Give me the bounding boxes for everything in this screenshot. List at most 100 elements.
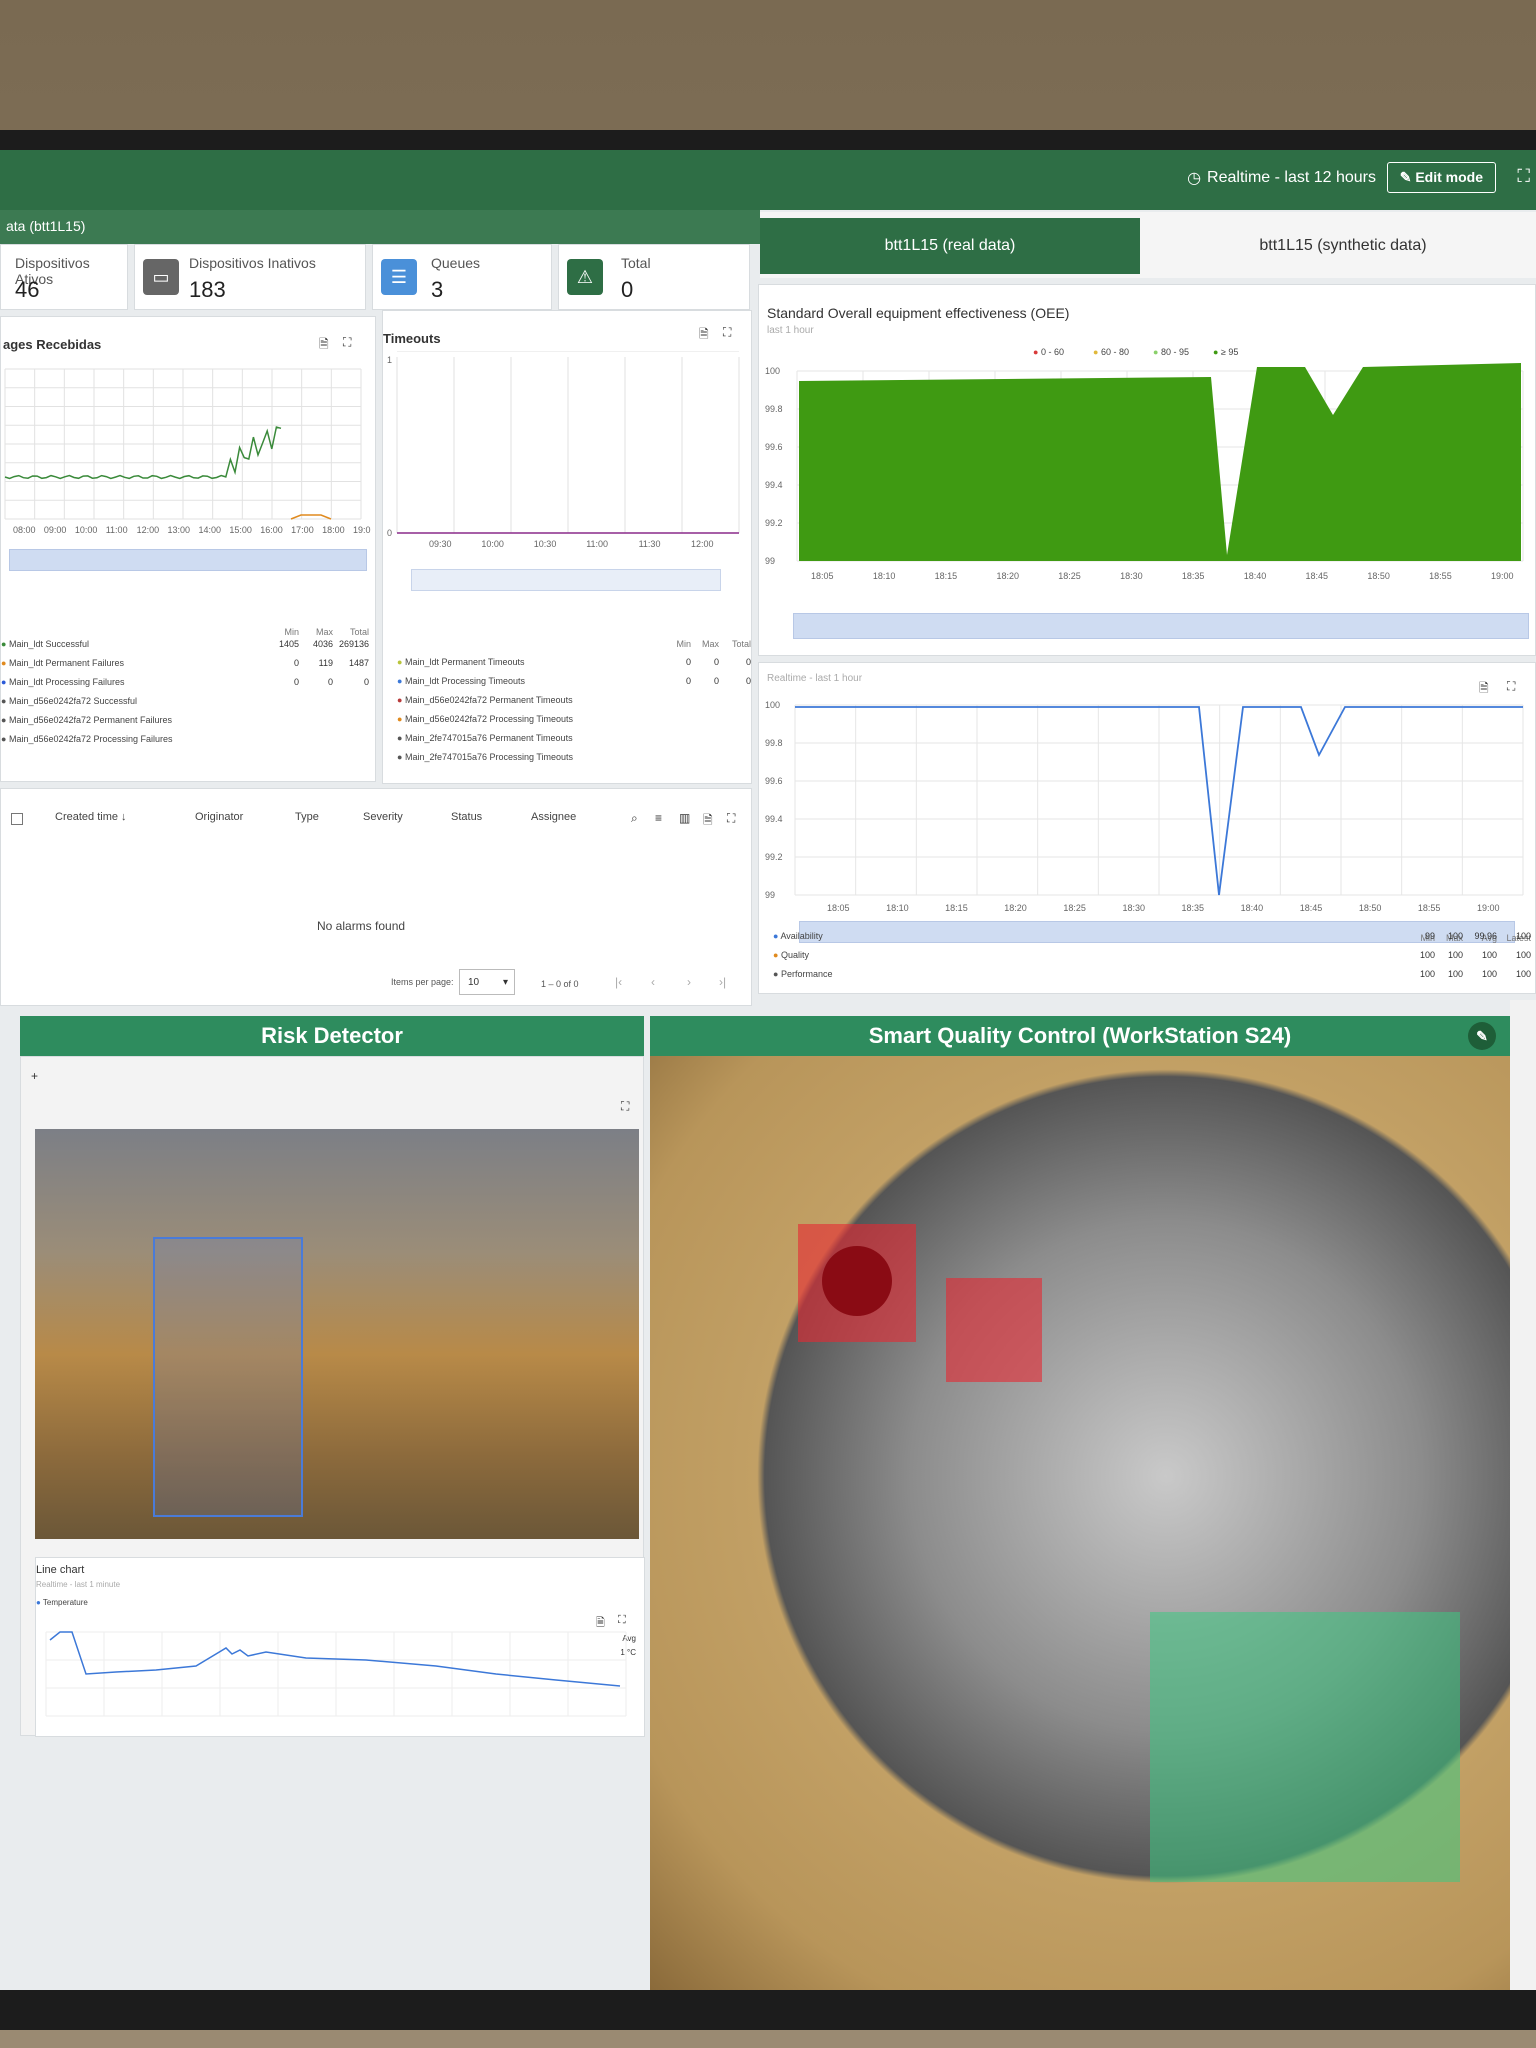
y-tick-label: 99.4 [765, 814, 783, 824]
devices-icon: ▭ [143, 259, 179, 295]
fullscreen-icon[interactable]: ⛶ [343, 335, 351, 350]
fullscreen-icon[interactable]: ⛶ [1517, 166, 1530, 187]
x-tick-label: 18:40 [1241, 903, 1264, 913]
select-all-checkbox[interactable] [11, 813, 23, 825]
last-page-icon[interactable]: ›| [719, 975, 726, 989]
legend-item[interactable]: ● Main_d56e0242fa72 Processing Timeouts [397, 714, 573, 724]
y-tick-label: 99 [765, 890, 775, 900]
y-tick-label: 99.8 [765, 738, 783, 748]
defect-marker [946, 1278, 1042, 1382]
x-tick-label: 19:00 [1491, 571, 1514, 581]
column-header[interactable]: Severity [363, 811, 403, 823]
oee-widget: Standard Overall equipment effectiveness… [758, 284, 1536, 656]
column-header[interactable]: Originator [195, 811, 243, 823]
kpi-label: Dispositivos Inativos [189, 255, 316, 271]
fullscreen-icon[interactable]: ⛶ [621, 1099, 629, 1114]
y-tick-label: 99.6 [765, 776, 783, 786]
x-tick-label: 14:00 [198, 525, 221, 535]
legend-item[interactable]: ● Main_ldt Processing Timeouts [397, 676, 525, 686]
range-slider[interactable] [793, 613, 1529, 639]
legend-item[interactable]: ● Availability [773, 931, 823, 941]
kpi-queues: ☰ Queues 3 [372, 244, 552, 310]
search-icon[interactable]: ⌕ [631, 811, 638, 826]
legend-item[interactable]: ● Main_2fe747015a76 Processing Timeouts [397, 752, 573, 762]
legend-item[interactable]: ● Main_d56e0242fa72 Permanent Failures [1, 715, 172, 725]
legend-stat-avg: 100 [1481, 950, 1497, 960]
items-per-page-select[interactable]: 10 ▾ [459, 969, 515, 995]
zoom-in-icon[interactable]: + [31, 1069, 38, 1083]
legend-item[interactable]: ● Main_ldt Permanent Timeouts [397, 657, 525, 667]
legend-item[interactable]: ● Main_ldt Permanent Failures [1, 658, 124, 668]
legend-stat-min: 0 [293, 677, 299, 687]
fullscreen-icon[interactable]: ⛶ [1507, 679, 1515, 694]
line-chart-widget: Line chart Realtime - last 1 minute ● Te… [35, 1557, 645, 1737]
ok-marker [1150, 1612, 1460, 1882]
quality-control-header: Smart Quality Control (WorkStation S24) … [650, 1016, 1510, 1056]
x-tick-label: 18:15 [945, 903, 968, 913]
top-bar: ◷ Realtime - last 12 hours ✎ Edit mode ⛶ [0, 150, 1536, 210]
kpi-inactive-devices: ▭ Dispositivos Inativos 183 [134, 244, 366, 310]
column-header[interactable]: Type [295, 811, 319, 823]
legend-stat-total: 0 [363, 677, 369, 687]
column-header[interactable]: Status [451, 811, 482, 823]
tab-real-data[interactable]: btt1L15 (real data) [760, 218, 1140, 274]
tab-synthetic-data[interactable]: btt1L15 (synthetic data) [1150, 218, 1536, 274]
oee-lines-widget: Realtime - last 1 hour 🗎 ⛶ 100 99.8 99.6 99… [758, 662, 1536, 994]
export-icon[interactable]: 🗎 [319, 335, 329, 356]
prev-page-icon[interactable]: ‹ [651, 975, 655, 989]
legend-stat-total: 0 [745, 676, 751, 686]
legend-stat-max: 100 [1447, 931, 1463, 941]
detection-box [153, 1237, 303, 1517]
export-icon[interactable]: 🗎 [703, 811, 713, 832]
range-slider[interactable] [9, 549, 367, 571]
x-tick-label: 18:35 [1182, 903, 1205, 913]
legend-item[interactable]: ● Main_ldt Successful [1, 639, 89, 649]
legend-item[interactable]: ● Main_d56e0242fa72 Processing Failures [1, 734, 173, 744]
columns-icon[interactable]: ▥ [679, 811, 690, 825]
items-per-page-value: 10 [468, 977, 480, 988]
empty-state-text: No alarms found [317, 919, 406, 933]
x-tick-label: 18:30 [1120, 571, 1143, 581]
x-tick-label: 19:0 [353, 525, 371, 535]
fullscreen-icon[interactable]: ⛶ [727, 811, 735, 826]
legend-item[interactable]: ● Main_2fe747015a76 Permanent Timeouts [397, 733, 573, 743]
export-icon[interactable]: 🗎 [699, 325, 709, 346]
x-tick-label: 18:20 [996, 571, 1019, 581]
defect-hole [822, 1246, 892, 1316]
legend-stat-max: 0 [327, 677, 333, 687]
caret-down-icon: ▾ [502, 977, 508, 988]
x-tick-label: 18:40 [1244, 571, 1267, 581]
legend-item[interactable]: ● Main_ldt Processing Failures [1, 677, 125, 687]
widget-title: Timeouts [383, 331, 441, 346]
y-tick-label: 99.4 [765, 480, 783, 490]
x-tick-label: 08:00 [13, 525, 36, 535]
y-tick-label: 99.6 [765, 442, 783, 452]
legend-stat-max: 0 [713, 676, 719, 686]
y-tick-label: 100 [765, 366, 780, 376]
range-slider[interactable] [411, 569, 721, 591]
x-tick-label: 17:00 [291, 525, 314, 535]
filter-icon[interactable]: ≡ [655, 811, 662, 825]
realtime-selector[interactable]: ◷ Realtime - last 12 hours [1187, 168, 1376, 188]
alarms-widget: Created time ↓ Originator Type Severity Stat… [0, 788, 752, 1006]
column-header[interactable]: Assignee [531, 811, 576, 823]
x-tick-label: 09:30 [429, 539, 452, 549]
legend-item: ● Temperature [36, 1598, 88, 1607]
edit-icon[interactable]: ✎ [1468, 1022, 1496, 1050]
x-tick-label: 18:35 [1182, 571, 1205, 581]
legend-item[interactable]: ● Performance [773, 969, 832, 979]
x-tick-label: 19:00 [1477, 903, 1500, 913]
first-page-icon[interactable]: |‹ [615, 975, 622, 989]
temperature-chart [45, 1631, 627, 1717]
next-page-icon[interactable]: › [687, 975, 691, 989]
fullscreen-icon[interactable]: ⛶ [618, 1614, 626, 1627]
column-header[interactable]: Created time ↓ [55, 811, 127, 823]
legend-item[interactable]: ● Main_d56e0242fa72 Successful [1, 696, 137, 706]
legend-item[interactable]: ● Main_d56e0242fa72 Permanent Timeouts [397, 695, 573, 705]
kpi-active-devices: Dispositivos Ativos 46 [0, 244, 128, 310]
fullscreen-icon[interactable]: ⛶ [723, 325, 731, 340]
legend-item[interactable]: ● Quality [773, 950, 809, 960]
edit-mode-button[interactable]: ✎ Edit mode [1386, 162, 1496, 193]
legend-stat-max: 100 [1447, 950, 1463, 960]
x-tick-label: 18:25 [1063, 903, 1086, 913]
